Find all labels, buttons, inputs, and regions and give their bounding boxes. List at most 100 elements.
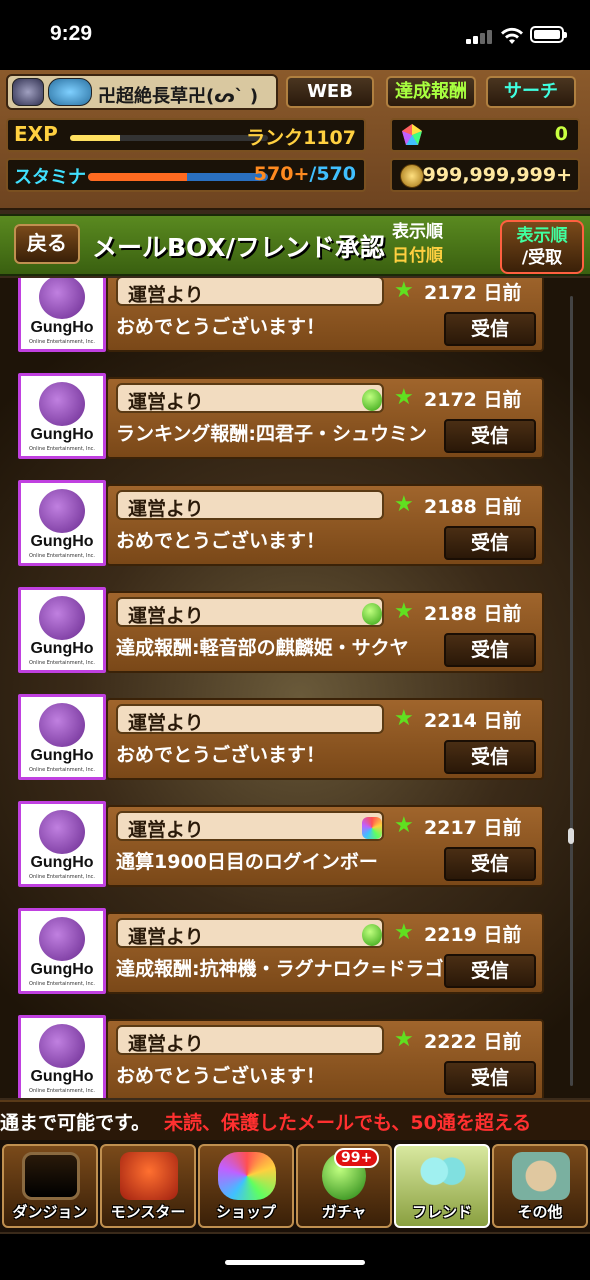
mail-card[interactable]: 運営より ★ 2188 日前 達成報酬:軽音部の麒麟姫・サクヤ 受信	[106, 591, 544, 673]
mail-card[interactable]: 運営より ★ 2217 日前 通算1900日目のログインボー 受信	[106, 805, 544, 887]
status-bar: 9:29	[0, 0, 590, 70]
nav-item[interactable]: モンスター	[100, 1144, 196, 1228]
sort-button-line1: 表示順	[516, 226, 568, 246]
sort-value: 日付順	[392, 246, 443, 266]
gungho-mark-icon	[39, 703, 85, 747]
gungho-logo: GungHo Online Entertainment, Inc.	[18, 801, 106, 887]
mail-card[interactable]: 運営より ★ 2219 日前 達成報酬:抗神機・ラグナロク=ドラゴン 受信	[106, 912, 544, 994]
receive-button[interactable]: 受信	[444, 1061, 536, 1095]
scrollbar-track[interactable]	[570, 296, 573, 1086]
star-icon: ★	[394, 385, 414, 410]
gungho-mark-icon	[39, 917, 85, 961]
receive-button[interactable]: 受信	[444, 419, 536, 453]
sort-toggle-button[interactable]: 表示順 /受取	[500, 220, 584, 274]
mail-row[interactable]: GungHo Online Entertainment, Inc. 運営より ★…	[18, 587, 546, 679]
logo-subtext: Online Entertainment, Inc.	[29, 339, 95, 345]
mail-row[interactable]: GungHo Online Entertainment, Inc. 運営より ★…	[18, 373, 546, 465]
mail-sender: 運営より	[128, 498, 204, 520]
mail-card[interactable]: 運営より ★ 2188 日前 おめでとうございます！ 受信	[106, 484, 544, 566]
star-icon: ★	[394, 813, 414, 838]
receive-button[interactable]: 受信	[444, 740, 536, 774]
logo-subtext: Online Entertainment, Inc.	[29, 874, 95, 880]
stamina-current: 570+	[253, 163, 310, 185]
question-icon	[512, 1152, 570, 1200]
exp-bar	[70, 135, 268, 141]
egg-icon	[362, 389, 382, 411]
notice-ticker: 通まで可能です。 未読、保護したメールでも、50通を超える	[0, 1100, 590, 1140]
mail-list[interactable]: GungHo Online Entertainment, Inc. 運営より ★…	[0, 278, 590, 1098]
mail-card[interactable]: 運営より ★ 2214 日前 おめでとうございます！ 受信	[106, 698, 544, 780]
mail-sender: 運営より	[128, 712, 204, 734]
mail-card[interactable]: 運営より ★ 2172 日前 おめでとうございます！ 受信	[106, 278, 544, 352]
magic-stone-icon	[362, 817, 382, 839]
mail-row[interactable]: GungHo Online Entertainment, Inc. 運営より ★…	[18, 694, 546, 786]
dragon-icon	[120, 1152, 178, 1200]
notification-badge: 99+	[334, 1148, 380, 1168]
rank-value: ランク1107	[246, 127, 356, 149]
leader-avatar	[48, 78, 92, 106]
coin-count: 999,999,999+	[422, 164, 572, 186]
magic-stone-counter[interactable]: 0	[390, 118, 580, 152]
bottom-nav: ダンジョン モンスター ショップ 99+ ガチャ フレンド その他	[0, 1140, 590, 1232]
nav-item[interactable]: ダンジョン	[2, 1144, 98, 1228]
ticker-warning: 未読、保護したメールでも、50通を超える	[164, 1112, 532, 1134]
mail-row[interactable]: GungHo Online Entertainment, Inc. 運営より ★…	[18, 480, 546, 572]
page-title: メールBOX/フレンド承認	[92, 233, 385, 262]
nav-item[interactable]: ショップ	[198, 1144, 294, 1228]
mail-row[interactable]: GungHo Online Entertainment, Inc. 運営より ★…	[18, 908, 546, 1000]
logo-text: GungHo	[30, 426, 94, 443]
gungho-logo: GungHo Online Entertainment, Inc.	[18, 908, 106, 994]
home-indicator[interactable]	[0, 1234, 590, 1280]
stamina-bar-fill	[88, 173, 187, 181]
scrollbar-thumb[interactable]	[568, 828, 574, 844]
exp-label: EXP	[14, 122, 58, 146]
sender-box: 運営より	[116, 597, 384, 627]
search-button[interactable]: サーチ	[486, 76, 576, 108]
exp-bar-fill	[70, 135, 120, 141]
receive-button[interactable]: 受信	[444, 847, 536, 881]
mail-age: 2188 日前	[424, 603, 522, 625]
mail-row[interactable]: GungHo Online Entertainment, Inc. 運営より ★…	[18, 801, 546, 893]
nav-item[interactable]: その他	[492, 1144, 588, 1228]
mail-card[interactable]: 運営より ★ 2222 日前 おめでとうございます！ 受信	[106, 1019, 544, 1098]
sender-box: 運営より	[116, 918, 384, 948]
mail-age: 2172 日前	[424, 389, 522, 411]
mail-subject: おめでとうございます！	[116, 316, 326, 338]
mail-age: 2188 日前	[424, 496, 522, 518]
receive-button[interactable]: 受信	[444, 633, 536, 667]
star-icon: ★	[394, 1027, 414, 1052]
friends-icon	[414, 1152, 472, 1200]
receive-button[interactable]: 受信	[444, 954, 536, 988]
player-name: 卍超絶長草卍(ᔕ` )	[98, 86, 259, 107]
magic-stone-icon	[402, 124, 422, 145]
mail-subject: おめでとうございます！	[116, 1065, 326, 1087]
stamina-bar	[88, 173, 268, 181]
logo-text: GungHo	[30, 319, 94, 336]
mail-sender: 運営より	[128, 284, 204, 306]
mail-sender: 運営より	[128, 1033, 204, 1055]
logo-text: GungHo	[30, 640, 94, 657]
mail-sender: 運営より	[128, 391, 204, 413]
gungho-mark-icon	[39, 278, 85, 319]
back-button[interactable]: 戻る	[14, 224, 80, 264]
nav-item[interactable]: フレンド	[394, 1144, 490, 1228]
mail-card[interactable]: 運営より ★ 2172 日前 ランキング報酬:四君子・シュウミン 受信	[106, 377, 544, 459]
nav-item[interactable]: 99+ ガチャ	[296, 1144, 392, 1228]
mail-row[interactable]: GungHo Online Entertainment, Inc. 運営より ★…	[18, 1015, 546, 1098]
player-name-box[interactable]: 卍超絶長草卍(ᔕ` )	[6, 74, 278, 110]
receive-button[interactable]: 受信	[444, 526, 536, 560]
gungho-logo: GungHo Online Entertainment, Inc.	[18, 480, 106, 566]
nav-label: ダンジョン	[12, 1203, 88, 1221]
magic-stone-count: 0	[554, 123, 568, 145]
dungeon-gate-icon	[22, 1152, 80, 1200]
achievements-button[interactable]: 達成報酬	[386, 76, 476, 108]
web-button[interactable]: WEB	[286, 76, 374, 108]
sender-box: 運営より	[116, 1025, 384, 1055]
gungho-mark-icon	[39, 1024, 85, 1068]
receive-button[interactable]: 受信	[444, 312, 536, 346]
star-icon: ★	[394, 278, 414, 303]
gungho-logo: GungHo Online Entertainment, Inc.	[18, 1015, 106, 1098]
mail-subject: おめでとうございます！	[116, 744, 326, 766]
gungho-logo: GungHo Online Entertainment, Inc.	[18, 278, 106, 352]
mail-row[interactable]: GungHo Online Entertainment, Inc. 運営より ★…	[18, 278, 546, 358]
